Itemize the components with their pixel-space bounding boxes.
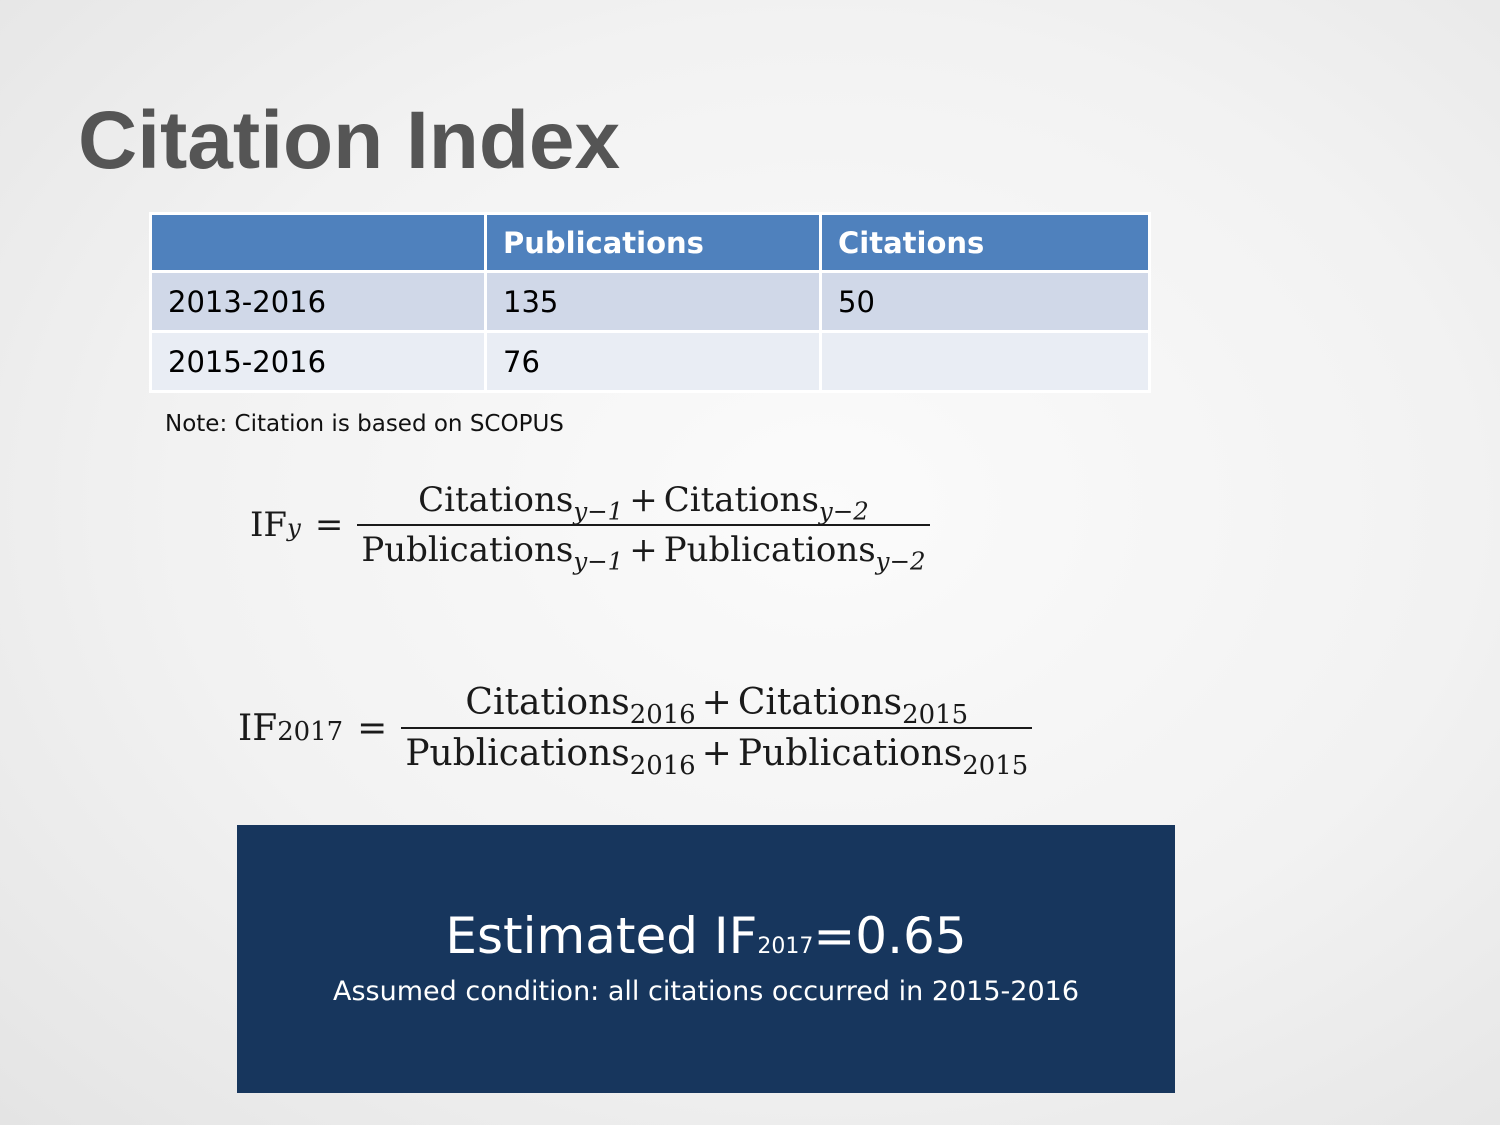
formula-lhs-text: IF <box>238 707 278 749</box>
plus-sign: + <box>629 480 658 520</box>
formula-denominator: Publicationsy−1 + Publicationsy−2 <box>357 530 929 573</box>
result-label: Estimated IF <box>445 907 758 965</box>
formula-2017: IF 2017 = Citations2016 + Citations2015 Pub… <box>238 682 1033 779</box>
table-cell-period: 2015-2016 <box>149 330 487 393</box>
table-cell-publications: 135 <box>484 270 822 333</box>
table-header-citations: Citations <box>819 212 1151 273</box>
result-label-subscript: 2017 <box>757 934 814 959</box>
table-cell-publications: 76 <box>484 330 822 393</box>
plus-sign: + <box>701 682 732 723</box>
numerator-term: Citations <box>663 480 819 520</box>
formula-general: IF y = Citationsy−1 + Citationsy−2 Publicat… <box>250 480 930 573</box>
numerator-subscript: 2016 <box>629 700 696 731</box>
formula-numerator: Citationsy−1 + Citationsy−2 <box>414 480 873 523</box>
result-condition: Assumed condition: all citations occurre… <box>333 976 1079 1007</box>
source-note: Note: Citation is based on SCOPUS <box>165 411 564 437</box>
table-header-publications: Publications <box>484 212 822 273</box>
result-value: =0.65 <box>813 907 967 965</box>
numerator-term: Citations <box>418 480 574 520</box>
slide: Citation Index Publications Citations 20… <box>0 0 1500 1125</box>
denominator-subscript: y−2 <box>875 546 926 576</box>
formula-fraction: Citations2016 + Citations2015 Publications… <box>401 682 1033 779</box>
numerator-subscript: 2015 <box>902 700 969 731</box>
formula-equals: = <box>357 707 388 749</box>
table-cell-citations <box>819 330 1151 393</box>
table-row: 2013-2016 135 50 <box>149 270 1151 333</box>
denominator-subscript: 2016 <box>629 751 696 782</box>
table-header-cell <box>149 212 487 273</box>
plus-sign: + <box>629 530 658 570</box>
plus-sign: + <box>701 733 732 774</box>
formula-equals: = <box>314 505 344 545</box>
citation-table: Publications Citations 2013-2016 135 50 … <box>149 212 1151 393</box>
numerator-term: Citations <box>737 682 903 723</box>
table-cell-period: 2013-2016 <box>149 270 487 333</box>
table-header-row: Publications Citations <box>149 212 1151 273</box>
slide-title: Citation Index <box>78 95 621 186</box>
numerator-subscript: y−2 <box>818 496 869 526</box>
formula-lhs-text: IF <box>250 505 288 545</box>
formula-denominator: Publications2016 + Publications2015 <box>401 733 1032 779</box>
formula-numerator: Citations2016 + Citations2015 <box>461 682 972 728</box>
denominator-term: Publications <box>663 530 876 570</box>
table-cell-citations: 50 <box>819 270 1151 333</box>
numerator-term: Citations <box>465 682 630 723</box>
denominator-term: Publications <box>361 530 574 570</box>
result-box: Estimated IF2017=0.65 Assumed condition:… <box>237 825 1175 1093</box>
formula-lhs: IF y <box>250 505 301 545</box>
formula-lhs: IF 2017 <box>238 707 344 749</box>
result-estimate: Estimated IF2017=0.65 <box>237 911 1175 961</box>
denominator-term: Publications <box>405 733 630 774</box>
denominator-subscript: 2015 <box>962 751 1029 782</box>
formula-fraction: Citationsy−1 + Citationsy−2 Publicationsy−… <box>357 480 930 573</box>
numerator-subscript: y−1 <box>573 496 624 526</box>
table-row: 2015-2016 76 <box>149 330 1151 393</box>
denominator-subscript: y−1 <box>573 546 624 576</box>
fraction-bar <box>401 727 1033 729</box>
fraction-bar <box>357 524 930 526</box>
denominator-term: Publications <box>737 733 963 774</box>
